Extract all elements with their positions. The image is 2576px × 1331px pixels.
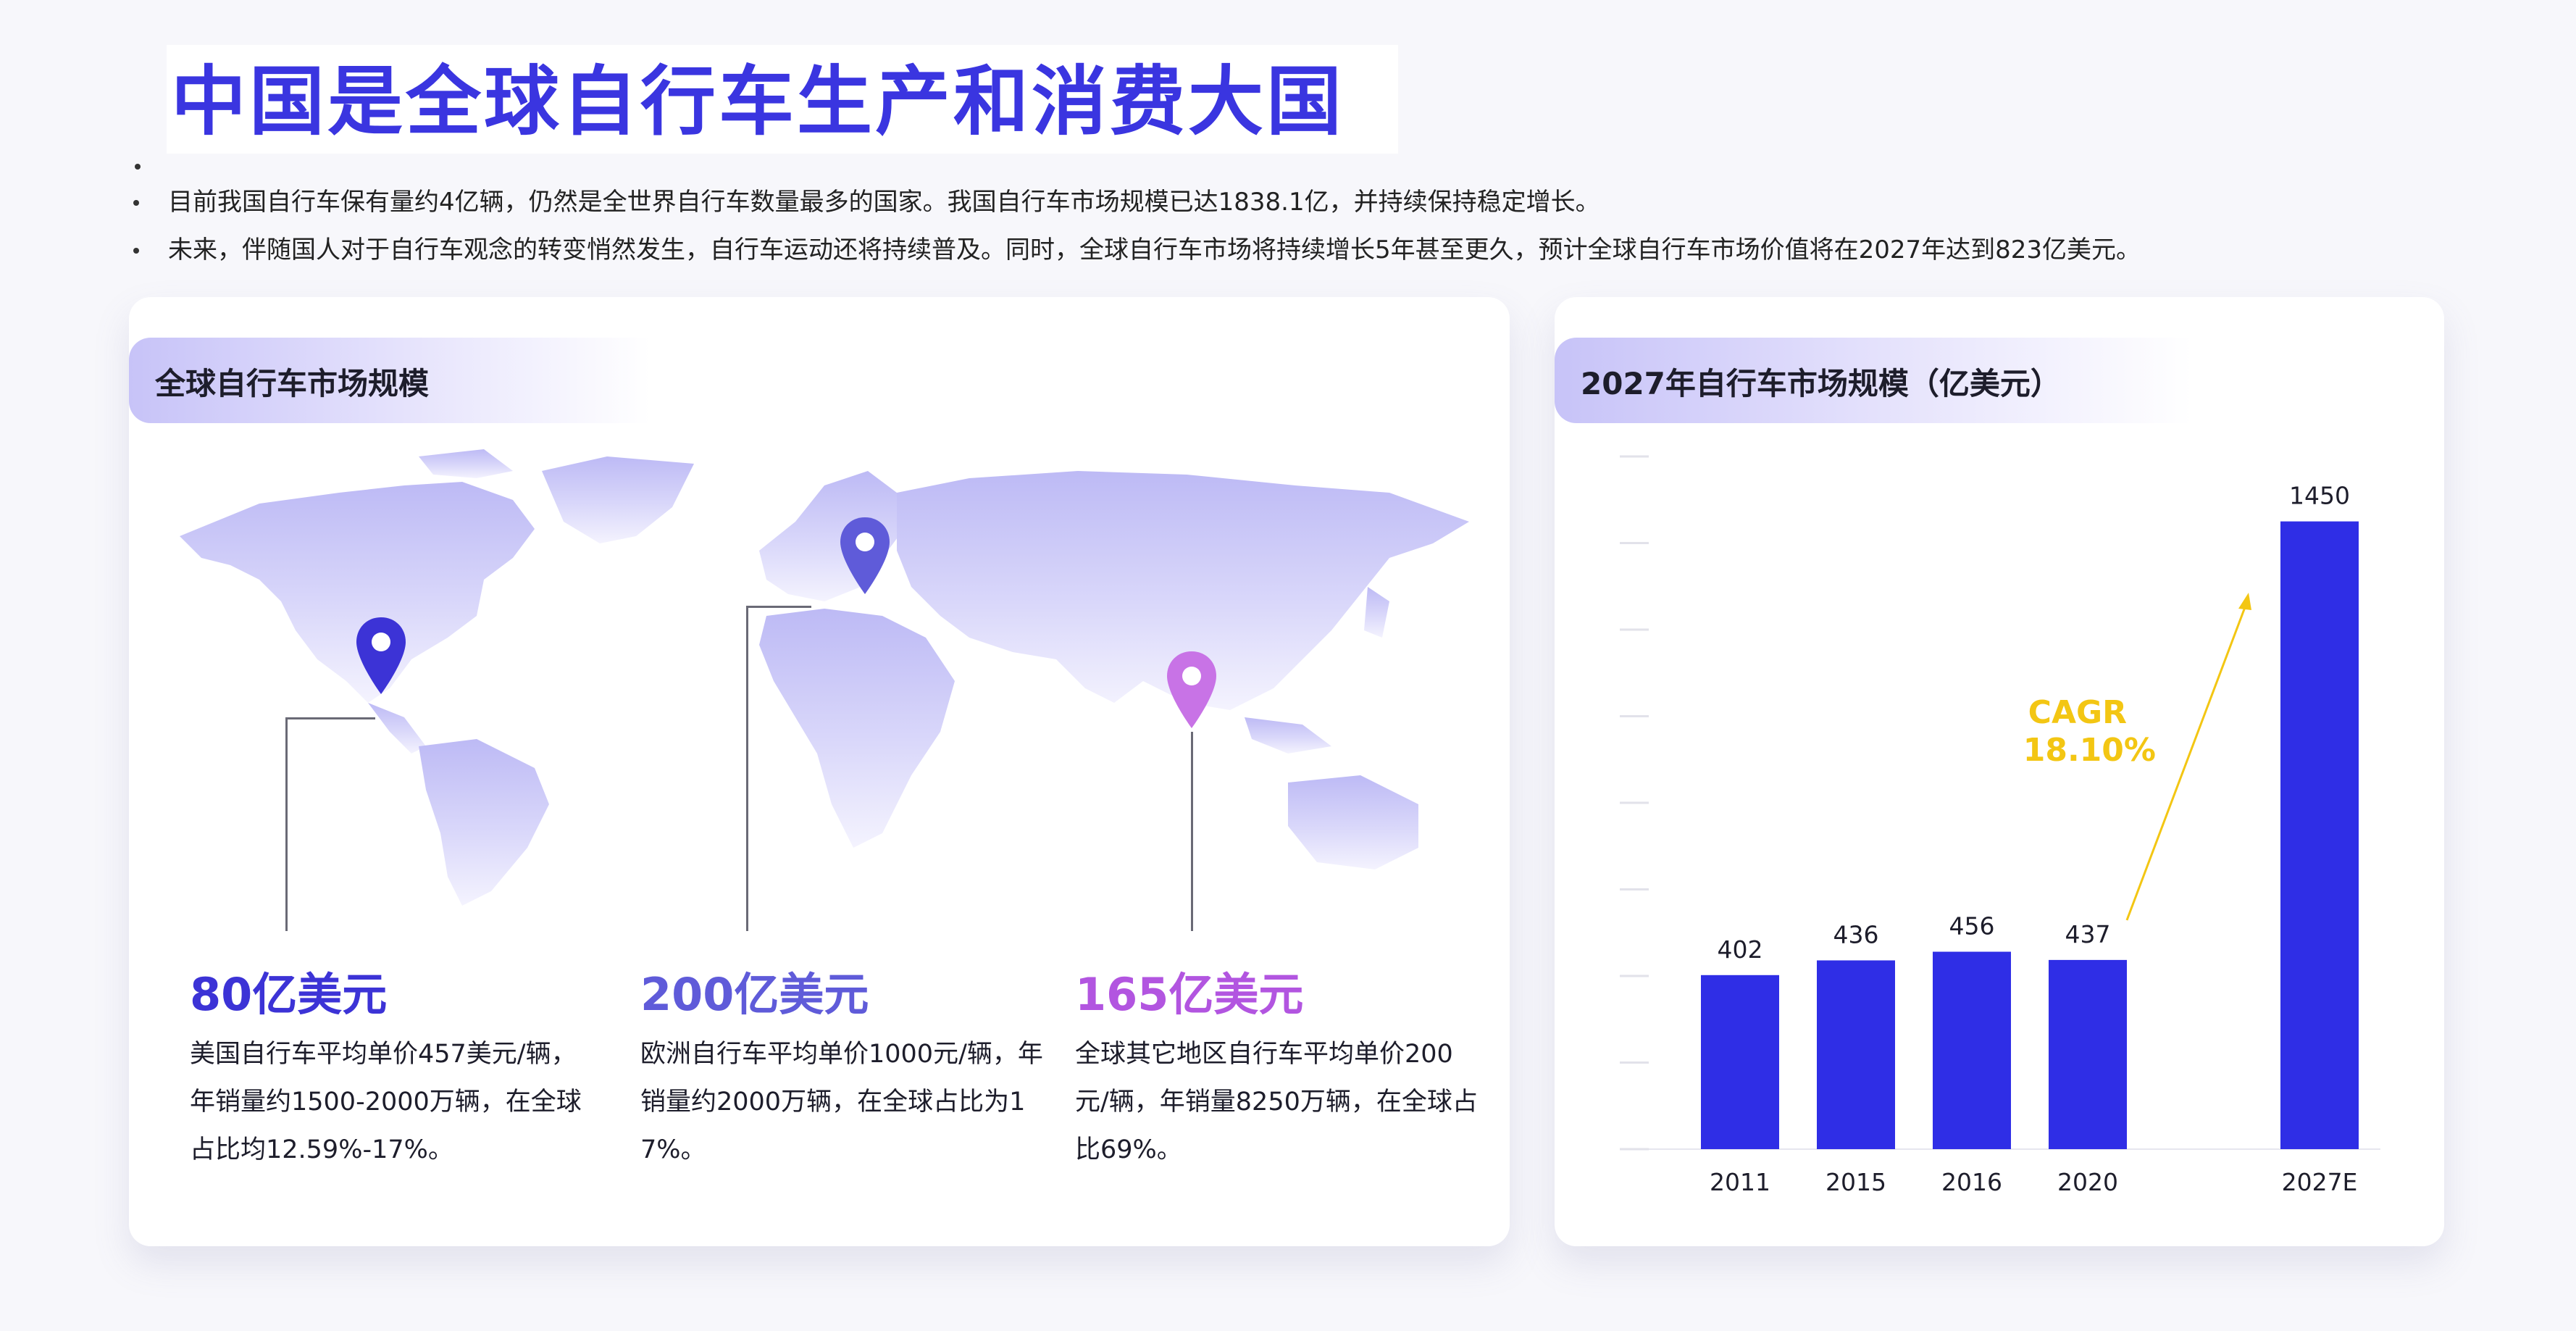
x-tick-label: 2015: [1826, 1168, 1886, 1196]
stat-value-europe: 200亿美元: [640, 968, 869, 1021]
bar-value-label: 402: [1718, 935, 1763, 964]
card-title: 全球自行车市场规模: [155, 366, 430, 401]
bar: [1817, 960, 1895, 1149]
intro-bullets: 目前我国自行车保有量约4亿辆，仍然是全世界自行车数量最多的国家。我国自行车市场规…: [130, 178, 2141, 274]
x-tick-label: 2020: [2057, 1168, 2118, 1196]
page-title: 中国是全球自行车生产和消费大国: [171, 57, 1345, 146]
map-pin-icon: [356, 617, 406, 694]
southeast-asia-islands: [1245, 717, 1331, 754]
leader-line-usa: [285, 717, 288, 931]
bar-value-label: 436: [1833, 920, 1879, 948]
market-size-card: 2027年自行车市场规模（亿美元） 402 2011 436 2015 456 2016 4…: [1555, 297, 2444, 1246]
continent-greenland: [542, 456, 694, 543]
bar-value-label: 1450: [2289, 482, 2350, 510]
map-pin-icon: [840, 517, 890, 594]
bullet-item: 目前我国自行车保有量约4亿辆，仍然是全世界自行车数量最多的国家。我国自行车市场规…: [130, 178, 2141, 226]
x-tick-label: 2016: [1941, 1168, 2002, 1196]
decorative-dot: [135, 164, 141, 170]
cagr-rate: 18.10%: [2023, 732, 2156, 769]
bar-chart: 402 2011 436 2015 456 2016 437 2020 1450 2027E CAG…: [1620, 455, 2380, 1196]
stat-desc-usa: 美国自行车平均单价457美元/辆，年销量约1500-2000万辆，在全球占比均1…: [190, 1040, 582, 1164]
japan-islands: [1364, 587, 1389, 638]
continent-south-america: [419, 739, 549, 906]
bar: [2280, 521, 2359, 1149]
bar: [2049, 959, 2127, 1149]
cagr-label: CAGR: [2028, 694, 2127, 731]
stat-value-usa: 80亿美元: [190, 968, 388, 1021]
bar: [1933, 951, 2011, 1149]
global-market-card: 全球自行车市场规模 80亿美元 美国自行车平均单价457美元/辆，年销量约150…: [129, 297, 1510, 1246]
leader-line-other: [1191, 732, 1193, 931]
stat-value-other: 165亿美元: [1075, 968, 1304, 1021]
card-header: 全球自行车市场规模: [129, 338, 651, 423]
cagr-arrow-head: [2238, 593, 2251, 610]
continent-central-america: [368, 703, 426, 754]
stat-desc-other: 全球其它地区自行车平均单价200元/辆，年销量8250万辆，在全球占比69%。: [1075, 1040, 1478, 1164]
bar-value-label: 456: [1949, 912, 1995, 940]
arctic-islands: [419, 449, 513, 478]
map-pin-icon: [1167, 651, 1216, 728]
continent-africa: [759, 609, 955, 848]
continent-australia: [1288, 775, 1418, 869]
bar-value-label: 437: [2065, 920, 2111, 948]
leader-line-usa: [285, 717, 375, 719]
x-tick-label: 2011: [1710, 1168, 1770, 1196]
leader-line-europe: [746, 606, 811, 608]
bullet-item: 未来，伴随国人对于自行车观念的转变悄然发生，自行车运动还将持续普及。同时，全球自…: [130, 226, 2141, 274]
x-tick-label: 2027E: [2282, 1168, 2358, 1196]
leader-line-europe: [746, 606, 748, 931]
bar: [1701, 975, 1779, 1149]
stat-desc-europe: 欧洲自行车平均单价1000元/辆，年销量约2000万辆，在全球占比为17%。: [640, 1040, 1043, 1164]
